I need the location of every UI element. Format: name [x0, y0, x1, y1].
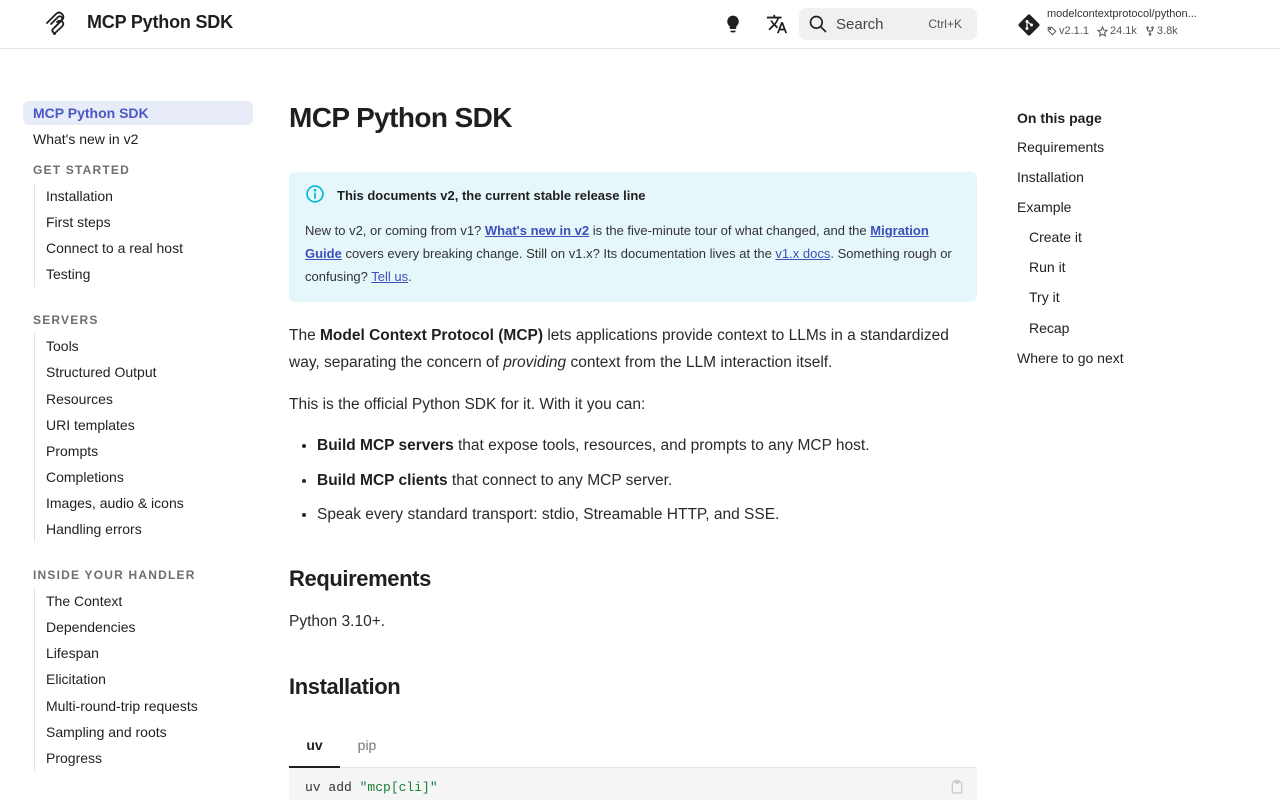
intro-paragraph: The Model Context Protocol (MCP) lets ap… — [289, 327, 949, 371]
top-header: MCP Python SDK Search Ctrl+K modelcontex… — [0, 0, 1280, 49]
whats-new-link[interactable]: What's new in v2 — [485, 223, 589, 238]
sidebar-item-lifespan[interactable]: Lifespan — [46, 640, 253, 666]
list-item: Speak every standard transport: stdio, S… — [317, 501, 977, 528]
sidebar-item-mcp-python-sdk[interactable]: MCP Python SDK — [23, 101, 253, 125]
search-icon — [808, 14, 828, 39]
sidebar-item-first-steps[interactable]: First steps — [46, 209, 253, 235]
v1-docs-link[interactable]: v1.x docs — [775, 246, 830, 261]
star-icon — [1096, 25, 1108, 37]
requirements-heading: Requirements — [289, 566, 431, 591]
info-icon — [305, 184, 325, 207]
repo-link[interactable]: modelcontextprotocol/python... v2.1.1 24… — [1017, 8, 1257, 42]
sidebar-item-uri-templates[interactable]: URI templates — [46, 412, 253, 438]
sidebar-item-tools[interactable]: Tools — [46, 333, 253, 359]
repo-version: v2.1.1 — [1047, 25, 1089, 37]
sidebar-item-testing[interactable]: Testing — [46, 261, 253, 287]
installation-heading: Installation — [289, 674, 401, 699]
fork-icon — [1146, 26, 1154, 36]
sidebar-item-prompts[interactable]: Prompts — [46, 438, 253, 464]
repo-stars: 24.1k — [1096, 25, 1137, 37]
page-title: MCP Python SDK — [289, 102, 512, 133]
list-item: Build MCP servers that expose tools, res… — [317, 432, 977, 459]
sidebar-item-structured-output[interactable]: Structured Output — [46, 359, 253, 385]
sidebar-item-resources[interactable]: Resources — [46, 386, 253, 412]
toc-item-run-it[interactable]: Run it — [1017, 252, 1257, 282]
repo-forks: 3.8k — [1145, 25, 1178, 37]
sidebar-section-title: SERVERS — [33, 313, 99, 328]
sidebar-section-servers: SERVERS Tools Structured Output Resource… — [23, 311, 253, 543]
toc-item-requirements[interactable]: Requirements — [1017, 132, 1257, 162]
sidebar-item-multi-round-trip[interactable]: Multi-round-trip requests — [46, 693, 253, 719]
search-box[interactable]: Search Ctrl+K — [799, 8, 977, 40]
sidebar-section-get-started: GET STARTED Installation First steps Con… — [23, 161, 253, 288]
sidebar-item-whats-new[interactable]: What's new in v2 — [23, 127, 253, 151]
sidebar-item-the-context[interactable]: The Context — [46, 588, 253, 614]
official-paragraph: This is the official Python SDK for it. … — [289, 396, 646, 413]
toc-item-installation[interactable]: Installation — [1017, 162, 1257, 192]
sidebar-section-title: INSIDE YOUR HANDLER — [33, 568, 196, 583]
info-admonition: This documents v2, the current stable re… — [289, 172, 977, 302]
toc-item-example[interactable]: Example — [1017, 192, 1257, 222]
toc-item-try-it[interactable]: Try it — [1017, 282, 1257, 312]
git-icon — [1017, 13, 1041, 42]
sidebar-section-inside-handler: INSIDE YOUR HANDLER The Context Dependen… — [23, 566, 253, 771]
sidebar-nav: MCP Python SDK What's new in v2 GET STAR… — [23, 101, 253, 771]
requirements-text: Python 3.10+. — [289, 613, 386, 630]
tag-icon — [1047, 26, 1057, 36]
sidebar-item-images-audio-icons[interactable]: Images, audio & icons — [46, 490, 253, 516]
main-content: MCP Python SDK This documents v2, the cu… — [289, 100, 977, 800]
install-tabs: uv pip — [289, 730, 977, 768]
sidebar-item-installation[interactable]: Installation — [46, 183, 253, 209]
sidebar-item-progress[interactable]: Progress — [46, 745, 253, 771]
search-shortcut: Ctrl+K — [928, 17, 962, 31]
translate-icon[interactable] — [765, 12, 789, 36]
admonition-title: This documents v2, the current stable re… — [337, 187, 646, 203]
list-item: Build MCP clients that connect to any MC… — [317, 467, 977, 494]
table-of-contents: On this page Requirements Installation E… — [1017, 107, 1257, 373]
lightbulb-icon[interactable] — [721, 12, 745, 36]
sidebar-item-sampling-roots[interactable]: Sampling and roots — [46, 719, 253, 745]
tab-uv[interactable]: uv — [289, 730, 340, 768]
sidebar-item-elicitation[interactable]: Elicitation — [46, 666, 253, 692]
admonition-body: New to v2, or coming from v1? What's new… — [305, 223, 952, 284]
sidebar-item-completions[interactable]: Completions — [46, 464, 253, 490]
logo-icon[interactable] — [42, 11, 68, 37]
feature-list: Build MCP servers that expose tools, res… — [289, 432, 977, 528]
site-title[interactable]: MCP Python SDK — [87, 12, 233, 33]
toc-item-recap[interactable]: Recap — [1017, 313, 1257, 343]
toc-item-where-next[interactable]: Where to go next — [1017, 343, 1257, 373]
tab-pip[interactable]: pip — [347, 730, 387, 768]
sidebar-section-title: GET STARTED — [33, 163, 130, 177]
copy-icon[interactable] — [949, 778, 965, 800]
toc-title: On this page — [1017, 110, 1102, 126]
sidebar-item-handling-errors[interactable]: Handling errors — [46, 516, 253, 542]
search-label: Search — [836, 16, 884, 33]
tell-us-link[interactable]: Tell us — [371, 269, 408, 284]
repo-name: modelcontextprotocol/python... — [1047, 8, 1197, 20]
sidebar-item-dependencies[interactable]: Dependencies — [46, 614, 253, 640]
sidebar-item-connect-real-host[interactable]: Connect to a real host — [46, 235, 253, 261]
code-block: uv add "mcp[cli]" — [289, 768, 977, 800]
toc-item-create-it[interactable]: Create it — [1017, 222, 1257, 252]
